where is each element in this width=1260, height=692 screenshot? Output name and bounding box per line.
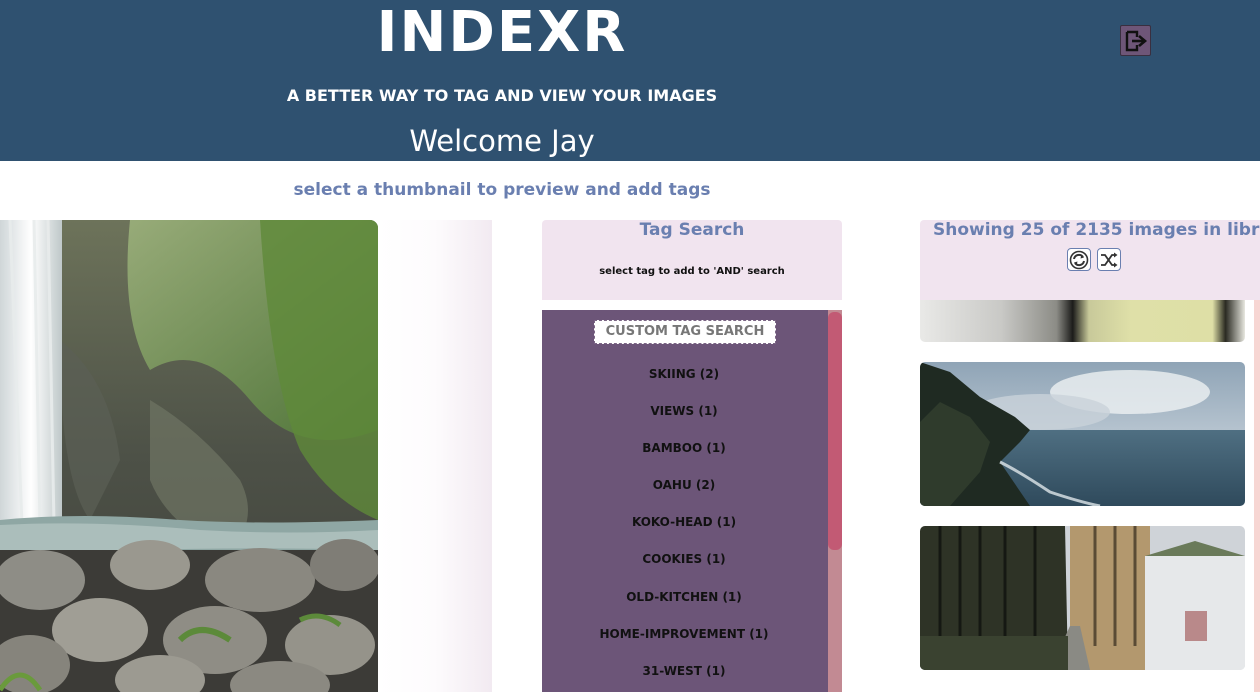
tag-item-cookies[interactable]: COOKIES (1) [542,552,826,566]
preview-panel-shadow [378,220,492,692]
tag-item-koko-head[interactable]: KOKO-HEAD (1) [542,515,826,529]
preview-image [0,220,378,692]
shuffle-icon [1101,252,1118,267]
tag-item-31-west[interactable]: 31-WEST (1) [542,664,826,678]
custom-tag-search-button[interactable]: CUSTOM TAG SEARCH [594,320,776,344]
tag-item-skiing[interactable]: SKIING (2) [542,367,826,381]
library-header: Showing 25 of 2135 images in library [920,220,1260,300]
app-tagline: A BETTER WAY TO TAG AND VIEW YOUR IMAGES [286,86,718,105]
library-count: Showing 25 of 2135 images in library [933,220,1260,240]
tag-item-home-improvement[interactable]: HOME-IMPROVEMENT (1) [542,627,826,641]
preview-instruction: select a thumbnail to preview and add ta… [293,180,711,200]
app-header: INDEXR A BETTER WAY TO TAG AND VIEW YOUR… [0,0,1260,161]
tag-item-old-kitchen[interactable]: OLD-KITCHEN (1) [542,590,826,604]
thumbnail-list-scrollbar[interactable] [1254,300,1260,692]
tag-search-subtitle: select tag to add to 'AND' search [599,266,785,277]
refresh-button[interactable] [1067,248,1091,271]
refresh-icon [1069,250,1089,269]
thumbnail-image[interactable] [920,688,1245,692]
app-title: INDEXR [376,0,628,65]
shuffle-button[interactable] [1097,248,1121,271]
logout-button[interactable] [1120,25,1151,56]
tag-list: CUSTOM TAG SEARCH SKIING (2) VIEWS (1) B… [542,310,842,692]
tag-item-bamboo[interactable]: BAMBOO (1) [542,441,826,455]
tag-list-scrollbar-thumb[interactable] [828,312,842,550]
tag-item-views[interactable]: VIEWS (1) [542,404,826,418]
thumbnail-image[interactable] [920,362,1245,506]
welcome-message: Welcome Jay [409,124,595,158]
thumbnail-image[interactable] [920,526,1245,670]
logout-icon [1125,30,1147,51]
tag-item-oahu[interactable]: OAHU (2) [542,478,826,492]
tag-search-title: Tag Search [639,220,745,240]
tag-search-header: Tag Search select tag to add to 'AND' se… [542,220,842,300]
thumbnail-image[interactable] [920,300,1245,342]
